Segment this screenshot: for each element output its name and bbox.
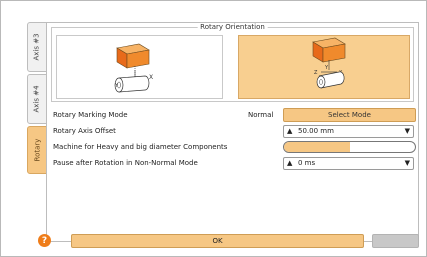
heavy-component-label: Machine for Heavy and big diameter Compo… bbox=[53, 143, 228, 151]
disabled-button[interactable] bbox=[372, 234, 419, 248]
rotary-settings-panel: Rotary Orientation X Y Z Y Rotary Markin… bbox=[46, 22, 419, 242]
rotary-orientation-group: Rotary Orientation X Y Z Y bbox=[51, 23, 414, 102]
dialog-footer: ? OK bbox=[30, 233, 419, 249]
axis-offset-label: Rotary Axis Offset bbox=[53, 127, 116, 135]
increment-arrow-icon[interactable]: ▲ bbox=[287, 159, 292, 167]
orientation-option-vertical[interactable]: Z X Y bbox=[238, 35, 410, 99]
tab-axis-4[interactable]: Axis #4 bbox=[27, 74, 47, 124]
ok-button-label: OK bbox=[212, 237, 223, 245]
increment-arrow-icon[interactable]: ▲ bbox=[287, 127, 292, 135]
orientation-option-horizontal[interactable]: X Y bbox=[56, 35, 223, 99]
heavy-component-fill bbox=[284, 142, 350, 152]
tab-axis-4-label: Axis #4 bbox=[33, 85, 42, 113]
heavy-component-row: Machine for Heavy and big diameter Compo… bbox=[51, 140, 416, 154]
vertical-cylinder-icon: Z X Y bbox=[312, 37, 346, 89]
y-axis-label-2: Y bbox=[324, 65, 329, 71]
tab-axis-3-label: Axis #3 bbox=[33, 33, 42, 61]
pause-row: Pause after Rotation in Non-Normal Mode … bbox=[51, 156, 414, 170]
dropdown-arrow-icon[interactable]: ▼ bbox=[405, 127, 410, 135]
select-mode-label: Select Mode bbox=[328, 111, 371, 119]
z-axis-label: Z bbox=[314, 70, 318, 76]
tab-rotary-label: Rotary bbox=[33, 138, 42, 162]
axis-offset-value: 50.00 mm bbox=[298, 126, 334, 135]
tab-rotary[interactable]: Rotary bbox=[27, 126, 47, 174]
marking-mode-row: Rotary Marking Mode Normal Select Mode bbox=[51, 108, 416, 122]
help-icon[interactable]: ? bbox=[38, 234, 51, 247]
select-mode-button[interactable]: Select Mode bbox=[283, 108, 416, 122]
tab-axis-3[interactable]: Axis #3 bbox=[27, 22, 47, 72]
marking-mode-value: Normal bbox=[248, 111, 274, 119]
ok-button[interactable]: OK bbox=[71, 234, 364, 248]
vertical-tab-bar: Axis #3 Axis #4 Rotary bbox=[27, 22, 47, 240]
horizontal-cylinder-icon: X Y bbox=[114, 43, 153, 93]
pause-label: Pause after Rotation in Non-Normal Mode bbox=[53, 159, 198, 167]
rotary-orientation-title: Rotary Orientation bbox=[197, 23, 268, 31]
marking-mode-label: Rotary Marking Mode bbox=[53, 111, 128, 119]
axis-offset-row: Rotary Axis Offset ▲ 50.00 mm ▼ bbox=[51, 124, 414, 138]
x-axis-label: X bbox=[149, 74, 153, 81]
dropdown-arrow-icon[interactable]: ▼ bbox=[405, 159, 410, 167]
axis-offset-spinbox[interactable]: ▲ 50.00 mm ▼ bbox=[283, 124, 414, 138]
pause-value: 0 ms bbox=[298, 158, 316, 167]
heavy-component-toggle[interactable] bbox=[283, 141, 416, 153]
pause-spinbox[interactable]: ▲ 0 ms ▼ bbox=[283, 156, 414, 170]
